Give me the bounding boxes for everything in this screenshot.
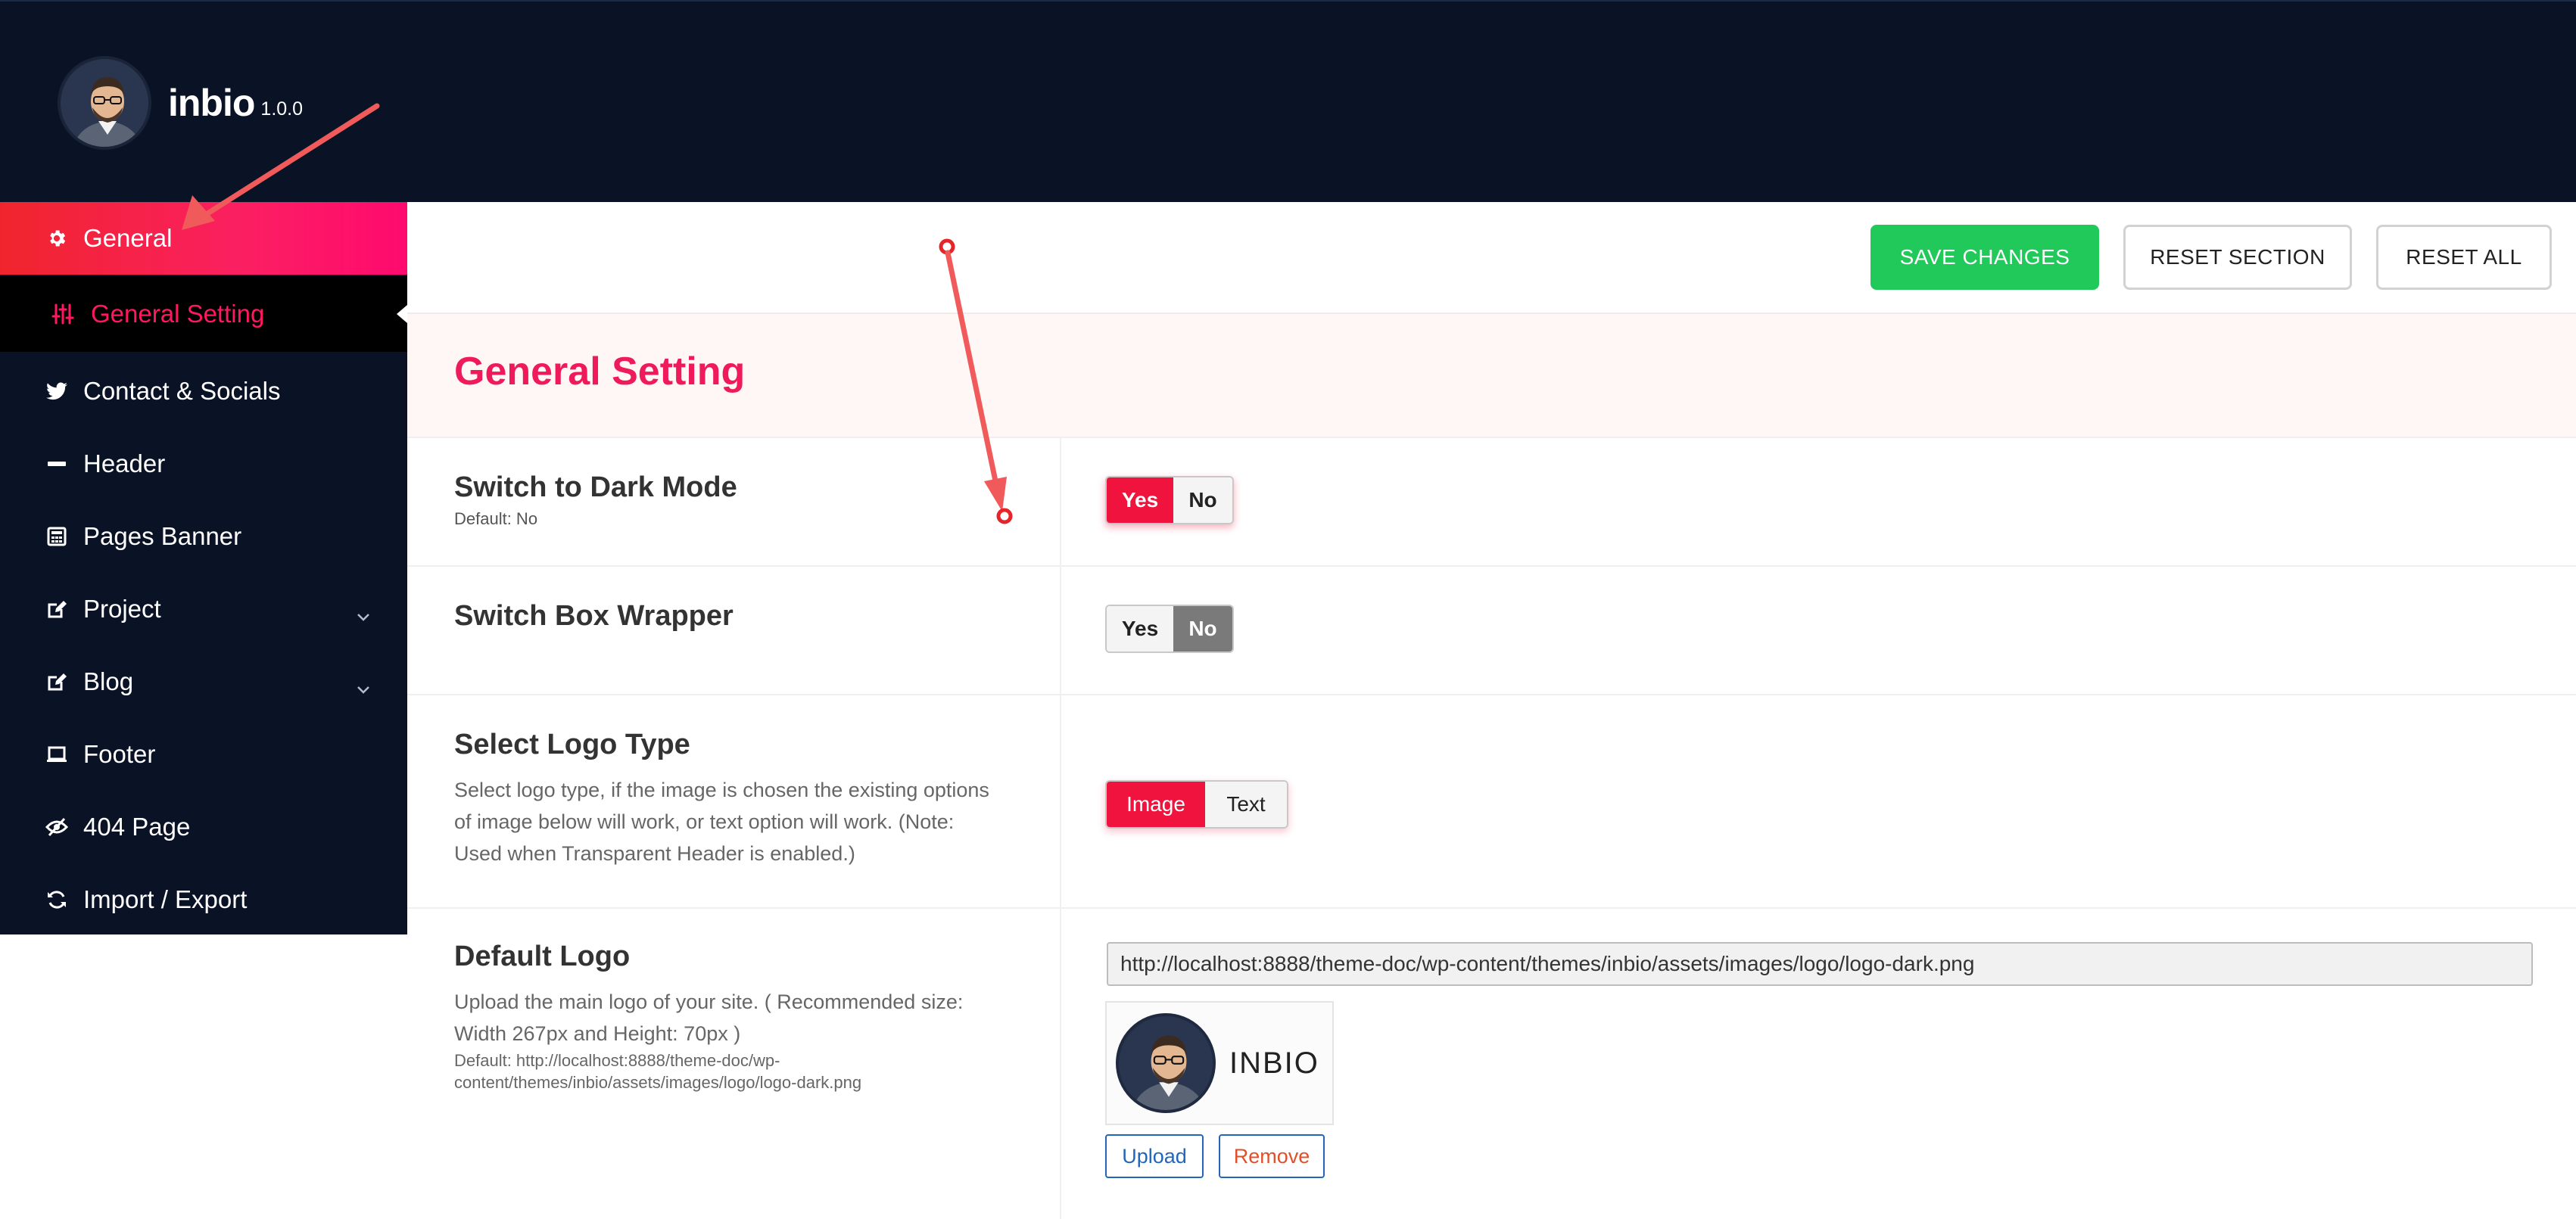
- sidebar-subitem-label: General Setting: [91, 300, 265, 328]
- sidebar-item-label: Blog: [83, 667, 134, 695]
- setting-label-column: Switch Box Wrapper: [407, 567, 1061, 694]
- sidebar-item-label: Pages Banner: [83, 522, 242, 550]
- toggle-image-option[interactable]: Image: [1107, 782, 1205, 827]
- chevron-down-icon[interactable]: [356, 602, 371, 621]
- refresh-icon: [45, 888, 68, 911]
- sidebar-item-footer[interactable]: Footer: [0, 718, 407, 791]
- sidebar-item-404-page[interactable]: 404 Page: [0, 791, 407, 863]
- sidebar-item-label: Import / Export: [83, 885, 248, 913]
- reset-all-button[interactable]: RESET ALL: [2376, 225, 2552, 290]
- save-changes-button[interactable]: SAVE CHANGES: [1870, 225, 2099, 290]
- dark-mode-toggle[interactable]: Yes No: [1105, 476, 1234, 524]
- calculator-icon: [45, 525, 68, 548]
- edit-icon: [45, 670, 68, 693]
- logo-preview-text: INBIO: [1229, 1046, 1319, 1080]
- sidebar-item-label: Contact & Socials: [83, 377, 281, 405]
- section-header: General Setting: [407, 313, 2576, 438]
- remove-button[interactable]: Remove: [1219, 1134, 1325, 1178]
- upload-button[interactable]: Upload: [1105, 1134, 1204, 1178]
- sidebar-item-label: General: [83, 224, 173, 252]
- toggle-no-option[interactable]: No: [1173, 606, 1232, 651]
- sidebar-item-label: Footer: [83, 740, 156, 768]
- setting-row-default-logo: Default Logo Upload the main logo of you…: [407, 909, 2576, 1219]
- sidebar-item-contact-socials[interactable]: Contact & Socials: [0, 355, 407, 428]
- laptop-icon: [45, 743, 68, 766]
- setting-default: Default: http://localhost:8888/theme-doc…: [454, 1051, 862, 1092]
- setting-description: Upload the main logo of your site. ( Rec…: [454, 990, 964, 1045]
- sidebar-item-import-export[interactable]: Import / Export: [0, 863, 407, 936]
- sidebar: General General Setting Contact & Social…: [0, 202, 407, 934]
- sidebar-subitem-general-setting[interactable]: General Setting: [0, 276, 407, 352]
- setting-title: Switch to Dark Mode: [454, 471, 737, 503]
- sidebar-item-label: Project: [83, 595, 161, 623]
- setting-label-column: Default Logo Upload the main logo of you…: [407, 909, 1061, 1219]
- toggle-yes-option[interactable]: Yes: [1107, 606, 1173, 651]
- sidebar-item-pages-banner[interactable]: Pages Banner: [0, 500, 407, 573]
- logo-type-toggle[interactable]: Image Text: [1105, 780, 1288, 829]
- toggle-yes-option[interactable]: Yes: [1107, 477, 1173, 523]
- brand-avatar: [58, 56, 151, 150]
- setting-label-column: Select Logo Type Select logo type, if th…: [407, 695, 1061, 907]
- gear-icon: [45, 227, 68, 250]
- setting-row-dark-mode: Switch to Dark Mode Default: No Yes No: [407, 438, 2576, 567]
- brand-version: 1.0.0: [260, 98, 304, 120]
- setting-title: Select Logo Type: [454, 729, 690, 760]
- setting-label-column: Switch to Dark Mode Default: No: [407, 438, 1061, 565]
- main-panel: SAVE CHANGES RESET SECTION RESET ALL Gen…: [407, 202, 2576, 1219]
- logo-avatar-image: [1116, 1013, 1216, 1113]
- sidebar-item-header[interactable]: Header: [0, 428, 407, 500]
- toggle-no-option[interactable]: No: [1173, 477, 1232, 523]
- toggle-text-option[interactable]: Text: [1205, 782, 1287, 827]
- setting-description: Select logo type, if the image is chosen…: [454, 779, 989, 865]
- active-notch: [397, 305, 407, 323]
- brand-name: inbio: [168, 82, 255, 124]
- setting-row-logo-type: Select Logo Type Select logo type, if th…: [407, 695, 2576, 909]
- eye-slash-icon: [45, 816, 68, 838]
- logo-url-input[interactable]: http://localhost:8888/theme-doc/wp-conte…: [1107, 942, 2533, 986]
- twitter-icon: [45, 380, 68, 403]
- sidebar-item-general[interactable]: General: [0, 202, 407, 275]
- reset-section-button[interactable]: RESET SECTION: [2123, 225, 2352, 290]
- setting-row-box-wrapper: Switch Box Wrapper Yes No: [407, 567, 2576, 695]
- sliders-icon: [51, 303, 74, 325]
- sidebar-item-label: Header: [83, 449, 166, 477]
- setting-default: Default: No: [454, 509, 538, 528]
- top-header: inbio 1.0.0: [0, 0, 2576, 202]
- setting-title: Switch Box Wrapper: [454, 600, 734, 632]
- setting-title: Default Logo: [454, 941, 631, 972]
- logo-preview: INBIO: [1105, 1001, 1334, 1125]
- action-toolbar: SAVE CHANGES RESET SECTION RESET ALL: [1870, 225, 2552, 290]
- sidebar-item-label: 404 Page: [83, 813, 191, 841]
- edit-icon: [45, 598, 68, 620]
- section-title: General Setting: [454, 350, 746, 393]
- box-wrapper-toggle[interactable]: Yes No: [1105, 605, 1234, 653]
- brand: inbio 1.0.0: [58, 56, 303, 150]
- sidebar-item-project[interactable]: Project: [0, 573, 407, 645]
- minus-icon: [45, 452, 68, 475]
- sidebar-item-blog[interactable]: Blog: [0, 645, 407, 718]
- chevron-down-icon[interactable]: [356, 674, 371, 694]
